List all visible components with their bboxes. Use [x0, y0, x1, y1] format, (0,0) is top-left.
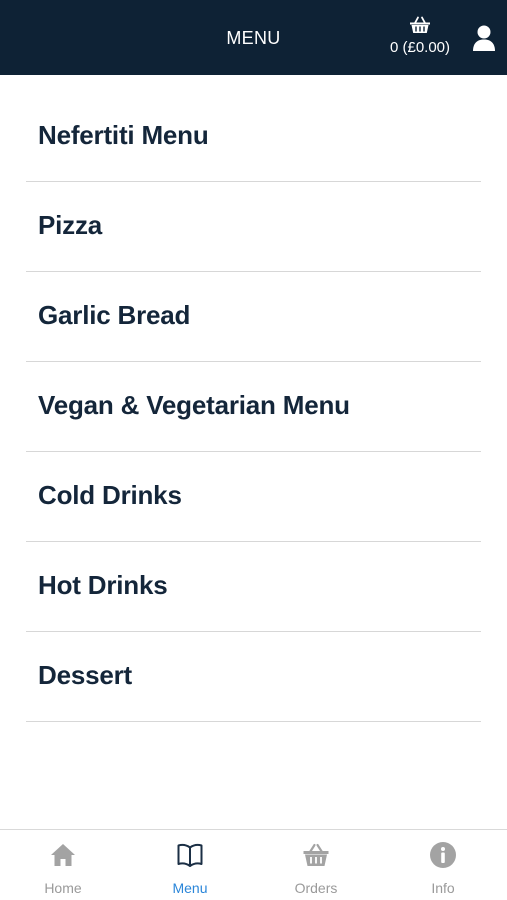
- tab-home[interactable]: Home: [0, 830, 126, 900]
- menu-category-label: Cold Drinks: [38, 480, 182, 510]
- menu-category-item[interactable]: Vegan & Vegetarian Menu: [26, 362, 481, 452]
- menu-category-item[interactable]: Garlic Bread: [26, 272, 481, 362]
- menu-category-item[interactable]: Cold Drinks: [26, 452, 481, 542]
- menu-category-label: Garlic Bread: [38, 300, 191, 330]
- tab-label: Info: [431, 880, 455, 896]
- home-icon: [51, 844, 75, 866]
- menu-category-label: Vegan & Vegetarian Menu: [38, 390, 350, 420]
- menu-category-label: Pizza: [38, 210, 103, 240]
- menu-category-label: Hot Drinks: [38, 570, 168, 600]
- menu-category-item[interactable]: Hot Drinks: [26, 542, 481, 632]
- menu-category-item[interactable]: Pizza: [26, 182, 481, 272]
- menu-category-item[interactable]: Dessert: [26, 632, 481, 722]
- cart-button[interactable]: 0 (£0.00): [384, 14, 456, 64]
- menu-category-label: Nefertiti Menu: [38, 120, 209, 150]
- cart-summary: 0 (£0.00): [389, 39, 451, 56]
- tab-menu[interactable]: Menu: [127, 830, 253, 900]
- menu-category-item[interactable]: Nefertiti Menu: [26, 92, 481, 182]
- tab-orders[interactable]: Orders: [253, 830, 379, 900]
- tab-label: Home: [44, 880, 82, 896]
- book-icon: [177, 844, 203, 867]
- tab-label: Menu: [172, 880, 208, 896]
- basket-icon: [410, 16, 430, 33]
- info-icon: [430, 842, 456, 868]
- tab-label: Orders: [294, 880, 338, 896]
- bottom-tab-bar: Home Menu Orders Info: [0, 829, 507, 900]
- menu-category-list: Nefertiti Menu Pizza Garlic Bread Vegan …: [26, 92, 481, 722]
- user-icon[interactable]: [472, 24, 496, 52]
- basket-icon: [303, 843, 329, 866]
- top-app-bar: MENU 0 (£0.00): [0, 0, 507, 75]
- menu-category-label: Dessert: [38, 660, 132, 690]
- tab-info[interactable]: Info: [380, 830, 506, 900]
